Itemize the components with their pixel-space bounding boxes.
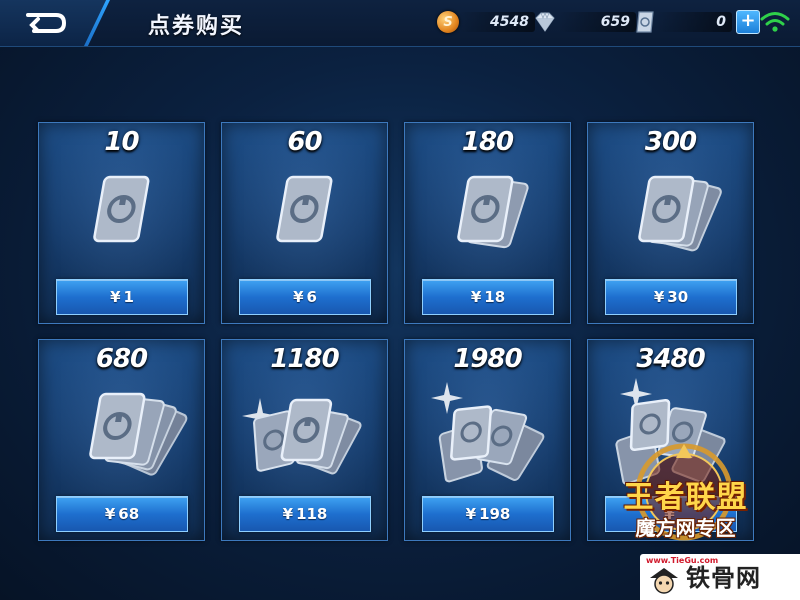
page-title: 点券购买 — [148, 14, 245, 39]
watermark-title: 王者联盟 — [623, 480, 748, 515]
price-value: 6 — [306, 288, 317, 306]
gold-currency: S 4548 — [437, 10, 535, 34]
currency-symbol: ¥ — [470, 288, 482, 306]
wifi-icon — [760, 12, 790, 32]
voucher-card-icon — [93, 175, 150, 243]
voucher-card-icon — [276, 175, 333, 243]
diamond-currency: 659 — [532, 10, 636, 34]
top-bar: 点券购买 S 4548 659 0 + — [0, 0, 800, 47]
voucher-card-icon — [636, 11, 654, 33]
voucher-package-card[interactable]: 1980 ¥ 198 — [404, 339, 571, 541]
watermark-site-name: 铁骨网 — [686, 564, 761, 592]
price-value: 30 — [667, 288, 689, 306]
add-voucher-button[interactable]: + — [736, 10, 760, 34]
price-button[interactable]: ¥ 18 — [422, 279, 554, 315]
currency-symbol: ¥ — [110, 288, 121, 306]
price-value: 198 — [479, 505, 511, 523]
voucher-pile-icon — [431, 382, 545, 483]
diamond-icon — [535, 11, 555, 32]
voucher-package-card[interactable]: 180 ¥ 18 — [404, 122, 571, 324]
voucher-fan-icon — [242, 398, 362, 475]
currency-symbol: ¥ — [653, 288, 665, 306]
package-amount: 1180 — [270, 344, 339, 374]
gold-amount: 4548 — [459, 12, 535, 32]
tiegu-mascot-icon — [650, 568, 678, 594]
voucher-amount: 0 — [656, 12, 732, 32]
price-button[interactable]: ¥ 118 — [239, 496, 371, 532]
package-amount: 60 — [287, 127, 322, 157]
package-amount: 680 — [95, 344, 148, 374]
package-amount: 10 — [104, 127, 139, 157]
price-button[interactable]: ¥ 198 — [422, 496, 554, 532]
price-value: 68 — [118, 505, 140, 523]
voucher-package-card[interactable]: 680 ¥ 68 — [38, 339, 205, 541]
back-button[interactable] — [0, 0, 108, 46]
kog-league-watermark-logo: 王者联盟 魔方网专区 — [592, 440, 777, 550]
package-amount: 1980 — [453, 344, 522, 374]
diamond-amount: 659 — [558, 12, 636, 32]
voucher-stack-icon — [89, 392, 188, 476]
price-button[interactable]: ¥ 68 — [56, 496, 188, 532]
watermark-subtitle: 魔方网专区 — [635, 516, 736, 540]
package-amount: 3480 — [636, 344, 705, 374]
voucher-stack-icon — [638, 175, 722, 252]
price-button[interactable]: ¥ 1 — [56, 279, 188, 315]
back-arrow-icon — [26, 13, 67, 33]
currency-symbol: ¥ — [282, 505, 294, 523]
voucher-stack-icon — [457, 175, 529, 249]
price-value: 118 — [296, 505, 328, 523]
package-amount: 300 — [644, 127, 697, 157]
voucher-currency: 0 + — [634, 10, 760, 34]
currency-symbol: ¥ — [293, 288, 304, 306]
gold-coin-icon: S — [437, 11, 459, 33]
price-button[interactable]: ¥ 30 — [605, 279, 737, 315]
currency-symbol: ¥ — [104, 505, 116, 523]
currency-symbol: ¥ — [465, 505, 477, 523]
tiegu-watermark-logo: www.TieGu.com 铁骨网 — [640, 554, 800, 600]
voucher-package-card[interactable]: 300 ¥ 30 — [587, 122, 754, 324]
voucher-package-card[interactable]: 60 ¥ 6 — [221, 122, 388, 324]
price-value: 1 — [123, 288, 134, 306]
voucher-package-card[interactable]: 10 ¥ 1 — [38, 122, 205, 324]
package-amount: 180 — [461, 127, 514, 157]
voucher-package-card[interactable]: 1180 ¥ 118 — [221, 339, 388, 541]
price-button[interactable]: ¥ 6 — [239, 279, 371, 315]
price-value: 18 — [484, 288, 506, 306]
